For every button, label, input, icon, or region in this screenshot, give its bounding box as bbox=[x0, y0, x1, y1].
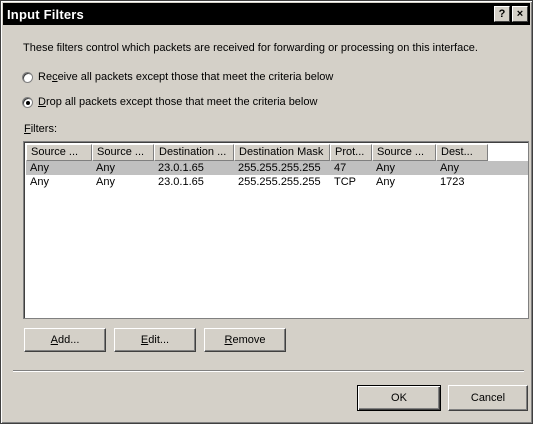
table-cell: 255.255.255.255 bbox=[238, 162, 321, 174]
column-header-source-address[interactable]: Source ... bbox=[26, 144, 92, 161]
table-cell: 255.255.255.255 bbox=[238, 176, 321, 188]
table-cell: Any bbox=[376, 176, 395, 188]
column-header-destination-mask[interactable]: Destination Mask bbox=[234, 144, 330, 161]
table-cell: Any bbox=[440, 162, 459, 174]
close-button[interactable]: × bbox=[512, 6, 528, 22]
cancel-button[interactable]: Cancel bbox=[448, 385, 528, 411]
table-cell: Any bbox=[96, 162, 115, 174]
remove-button[interactable]: Remove bbox=[204, 328, 286, 352]
separator bbox=[13, 370, 524, 372]
filters-label: Filters: bbox=[24, 123, 58, 135]
title-bar[interactable]: Input Filters ? × bbox=[3, 3, 530, 25]
table-cell: TCP bbox=[334, 176, 356, 188]
help-icon: ? bbox=[498, 7, 506, 20]
edit-button[interactable]: Edit... bbox=[114, 328, 196, 352]
help-button[interactable]: ? bbox=[494, 6, 510, 22]
table-cell: 47 bbox=[334, 162, 347, 174]
column-header-destination-address[interactable]: Destination ... bbox=[154, 144, 234, 161]
table-row[interactable]: Any Any 23.0.1.65 255.255.255.255 47 Any… bbox=[26, 161, 528, 175]
table-cell: Any bbox=[96, 176, 115, 188]
drop-all-option[interactable]: Drop all packets except those that meet … bbox=[22, 96, 317, 108]
column-header-source-mask[interactable]: Source ... bbox=[92, 144, 154, 161]
table-cell: 1723 bbox=[440, 176, 465, 188]
drop-all-label[interactable]: Drop all packets except those that meet … bbox=[38, 96, 317, 108]
table-cell: Any bbox=[376, 162, 395, 174]
receive-all-option[interactable]: Receive all packets except those that me… bbox=[22, 71, 333, 83]
table-cell: Any bbox=[30, 176, 49, 188]
input-filters-dialog: Input Filters ? × These filters control … bbox=[0, 0, 533, 424]
filters-list-header: Source ... Source ... Destination ... De… bbox=[26, 144, 528, 161]
filters-list[interactable]: Source ... Source ... Destination ... De… bbox=[23, 141, 529, 319]
column-header-destination-port[interactable]: Dest... bbox=[436, 144, 488, 161]
dialog-title: Input Filters bbox=[7, 6, 84, 22]
column-header-source-port[interactable]: Source ... bbox=[372, 144, 436, 161]
receive-all-label[interactable]: Receive all packets except those that me… bbox=[38, 71, 333, 83]
table-cell: Any bbox=[30, 162, 49, 174]
table-cell: 23.0.1.65 bbox=[158, 162, 204, 174]
table-cell: 23.0.1.65 bbox=[158, 176, 204, 188]
add-button[interactable]: Add... bbox=[24, 328, 106, 352]
close-icon: × bbox=[516, 7, 524, 20]
drop-all-radio[interactable] bbox=[22, 96, 33, 108]
ok-button[interactable]: OK bbox=[357, 385, 441, 411]
column-header-protocol[interactable]: Prot... bbox=[330, 144, 372, 161]
table-row[interactable]: Any Any 23.0.1.65 255.255.255.255 TCP An… bbox=[26, 175, 528, 189]
description-text: These filters control which packets are … bbox=[23, 42, 478, 54]
receive-all-radio[interactable] bbox=[22, 71, 33, 83]
